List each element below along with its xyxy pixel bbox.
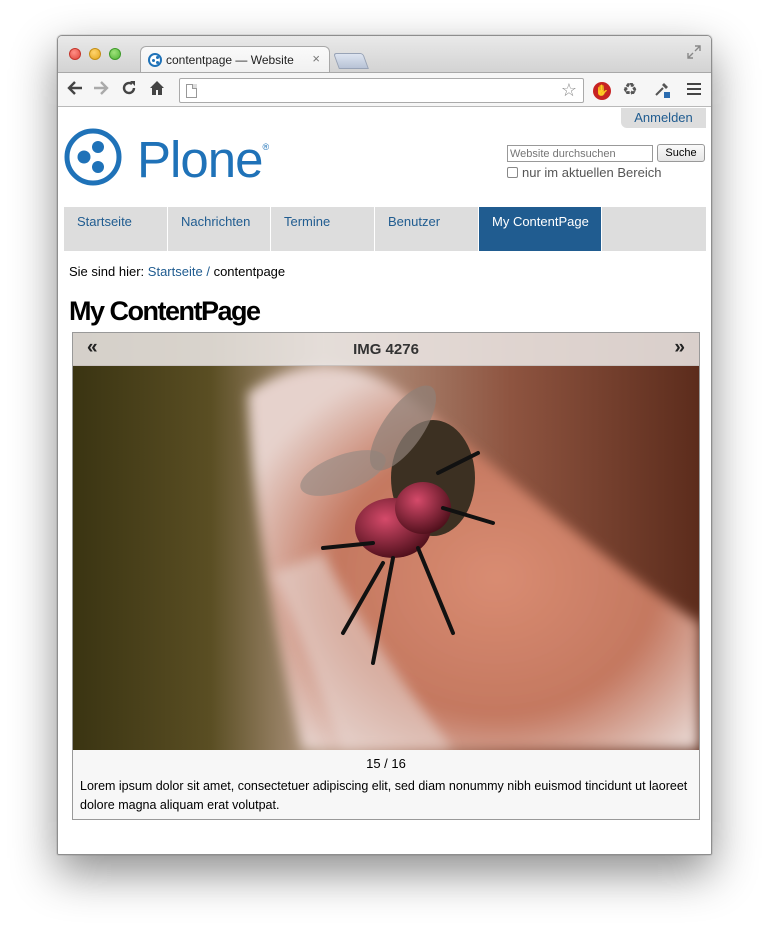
- image-title: IMG 4276: [353, 341, 419, 358]
- current-section-checkbox[interactable]: [507, 167, 518, 178]
- bookmark-star-icon[interactable]: ☆: [561, 80, 577, 101]
- page-title: My ContentPage: [69, 296, 261, 326]
- browser-tab[interactable]: contentpage — Website ×: [140, 46, 330, 73]
- plone-logo-icon[interactable]: [64, 128, 122, 186]
- fullscreen-icon[interactable]: [687, 45, 701, 59]
- window-zoom-button[interactable]: [109, 48, 121, 60]
- menu-icon[interactable]: [684, 80, 704, 100]
- image-counter: 15 / 16: [366, 756, 406, 771]
- image-caption: Lorem ipsum dolor sit amet, consectetuer…: [80, 779, 688, 812]
- breadcrumb-separator: /: [206, 264, 210, 279]
- logo-wordmark: Plone: [137, 131, 263, 188]
- forward-arrow-icon[interactable]: [90, 79, 112, 101]
- nav-item-benutzer[interactable]: Benutzer: [375, 207, 479, 251]
- recycle-extension-icon[interactable]: ♻: [620, 80, 640, 100]
- breadcrumb-prefix: Sie sind hier:: [69, 264, 145, 279]
- image-gallery: « IMG 4276 » 15 / 16 Lorem ipsum dolor s…: [72, 332, 700, 820]
- breadcrumb-home-link[interactable]: Startseite: [148, 264, 203, 279]
- page-icon: [186, 84, 197, 98]
- browser-toolbar: ☆ ✋ ♻: [58, 72, 711, 107]
- reload-icon[interactable]: [118, 79, 140, 101]
- back-arrow-icon[interactable]: [64, 79, 86, 101]
- nav-item-startseite[interactable]: Startseite: [64, 207, 168, 251]
- nav-item-my-contentpage[interactable]: My ContentPage: [479, 207, 602, 251]
- tab-close-icon[interactable]: ×: [312, 51, 320, 66]
- breadcrumb-current: contentpage: [213, 264, 286, 279]
- tab-strip: contentpage — Website ×: [58, 36, 711, 73]
- global-navigation: Startseite Nachrichten Termine Benutzer …: [64, 207, 706, 251]
- logo-registered-mark: ®: [262, 142, 269, 152]
- nav-item-termine[interactable]: Termine: [271, 207, 375, 251]
- search-button[interactable]: Suche: [657, 144, 705, 162]
- search-input[interactable]: [507, 145, 653, 162]
- window-minimize-button[interactable]: [89, 48, 101, 60]
- home-icon[interactable]: [146, 79, 168, 101]
- page-viewport: Anmelden Plone® Suche nur im aktuellen B…: [58, 108, 711, 854]
- gallery-header: « IMG 4276 »: [73, 333, 699, 366]
- window-close-button[interactable]: [69, 48, 81, 60]
- current-section-label: nur im aktuellen Bereich: [522, 165, 662, 180]
- next-image-button[interactable]: »: [674, 337, 685, 359]
- breadcrumb: Sie sind hier: Startseite / contentpage: [69, 264, 285, 279]
- nav-item-nachrichten[interactable]: Nachrichten: [168, 207, 271, 251]
- fly-photo-image: [73, 333, 699, 750]
- new-tab-button[interactable]: [333, 53, 369, 69]
- plone-favicon-icon: [148, 53, 162, 67]
- adblock-extension-icon[interactable]: ✋: [592, 80, 612, 100]
- eyedropper-extension-icon[interactable]: [652, 80, 672, 100]
- browser-window: contentpage — Website × ☆ ✋ ♻ Anmelden P…: [57, 35, 712, 855]
- login-link[interactable]: Anmelden: [621, 108, 706, 128]
- tab-title: contentpage — Website: [166, 53, 294, 67]
- site-logo-text[interactable]: Plone®: [137, 130, 269, 189]
- address-bar[interactable]: ☆: [179, 78, 584, 103]
